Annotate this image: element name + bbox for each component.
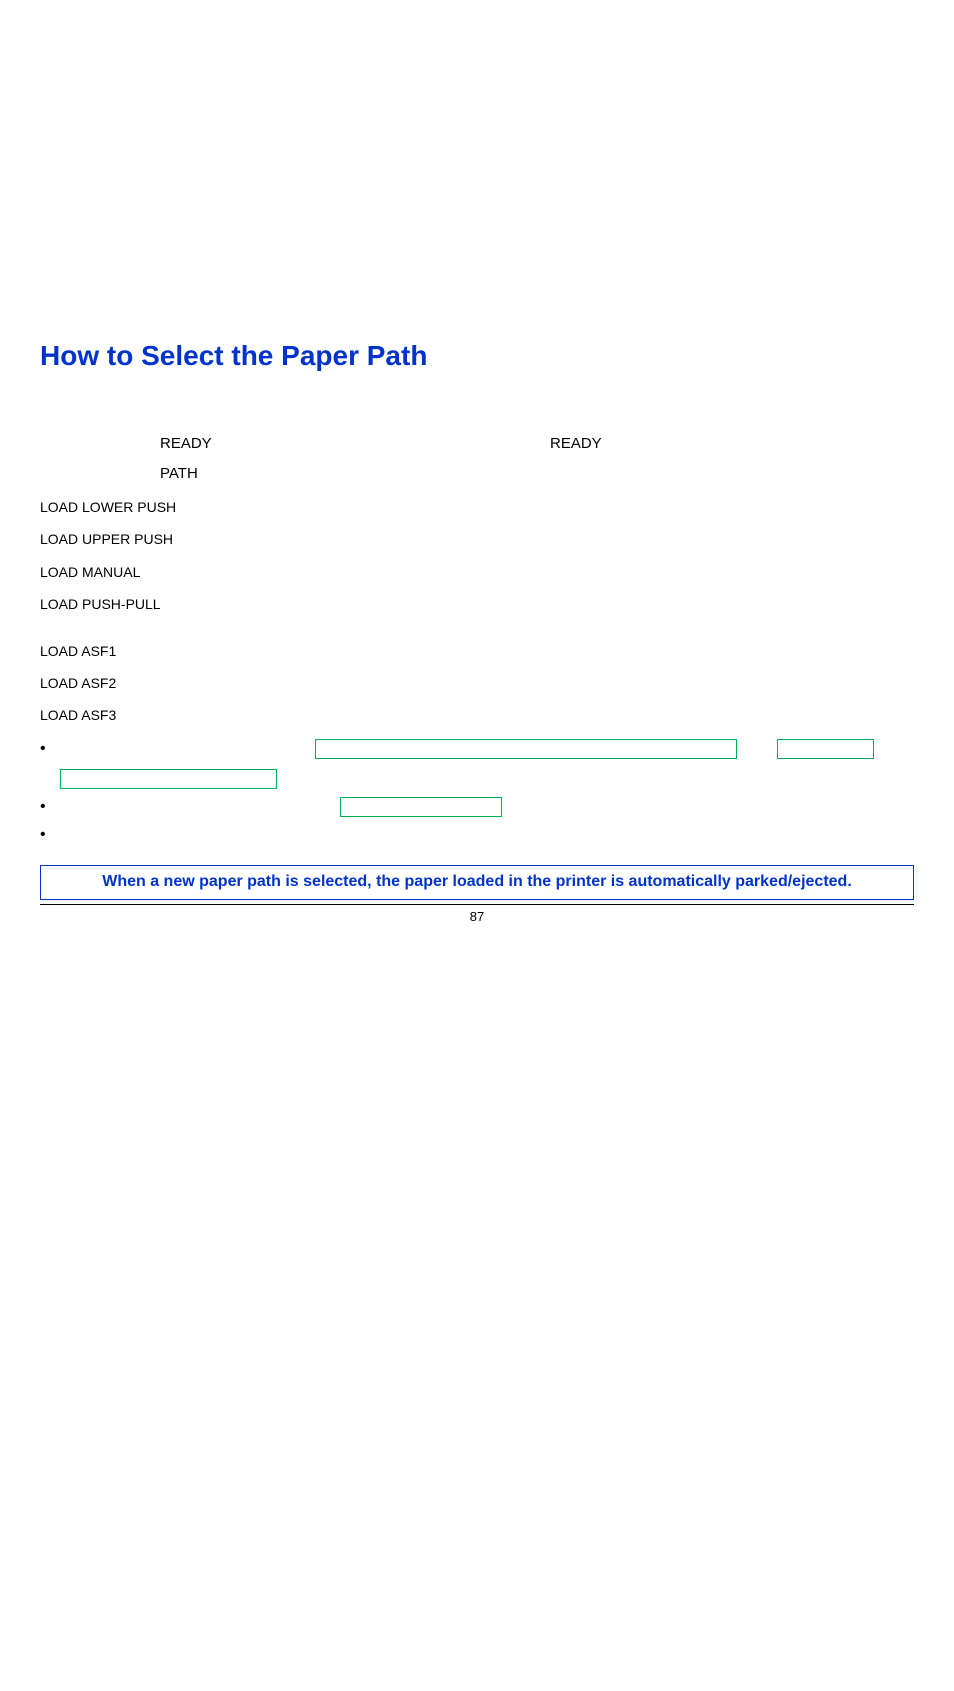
ready-1: READY: [160, 432, 220, 456]
page-number: 87: [40, 904, 914, 928]
path-row: PATH: [40, 462, 914, 486]
page-title: How to Select the Paper Path: [40, 340, 914, 372]
bullet-icon: •: [40, 825, 60, 845]
load-item: LOAD LOWER PUSH: [40, 496, 914, 518]
link-box[interactable]: [315, 739, 737, 759]
bullet-row-1: •: [40, 739, 914, 789]
load-item: LOAD UPPER PUSH: [40, 528, 914, 550]
load-item: LOAD ASF3: [40, 704, 914, 726]
link-box[interactable]: [60, 769, 277, 789]
link-box[interactable]: [777, 739, 874, 759]
bullet-icon: •: [40, 739, 60, 759]
link-box[interactable]: [340, 797, 502, 817]
load-list: LOAD LOWER PUSH LOAD UPPER PUSH LOAD MAN…: [40, 496, 914, 727]
pad: [40, 462, 160, 486]
load-item: LOAD ASF2: [40, 672, 914, 694]
ready-2: READY: [550, 432, 602, 456]
load-item: LOAD MANUAL: [40, 561, 914, 583]
ready-row: READY READY: [40, 432, 914, 456]
bullet-row-3: •: [40, 825, 914, 845]
path-label: PATH: [160, 462, 198, 486]
load-item: LOAD PUSH-PULL: [40, 593, 914, 615]
bullet-list: • • •: [40, 739, 914, 845]
bullet-row-2: •: [40, 797, 914, 817]
pad2: [220, 432, 550, 456]
note-box: When a new paper path is selected, the p…: [40, 865, 914, 900]
load-item: LOAD ASF1: [40, 640, 914, 662]
pad: [40, 432, 160, 456]
bullet-icon: •: [40, 797, 60, 817]
